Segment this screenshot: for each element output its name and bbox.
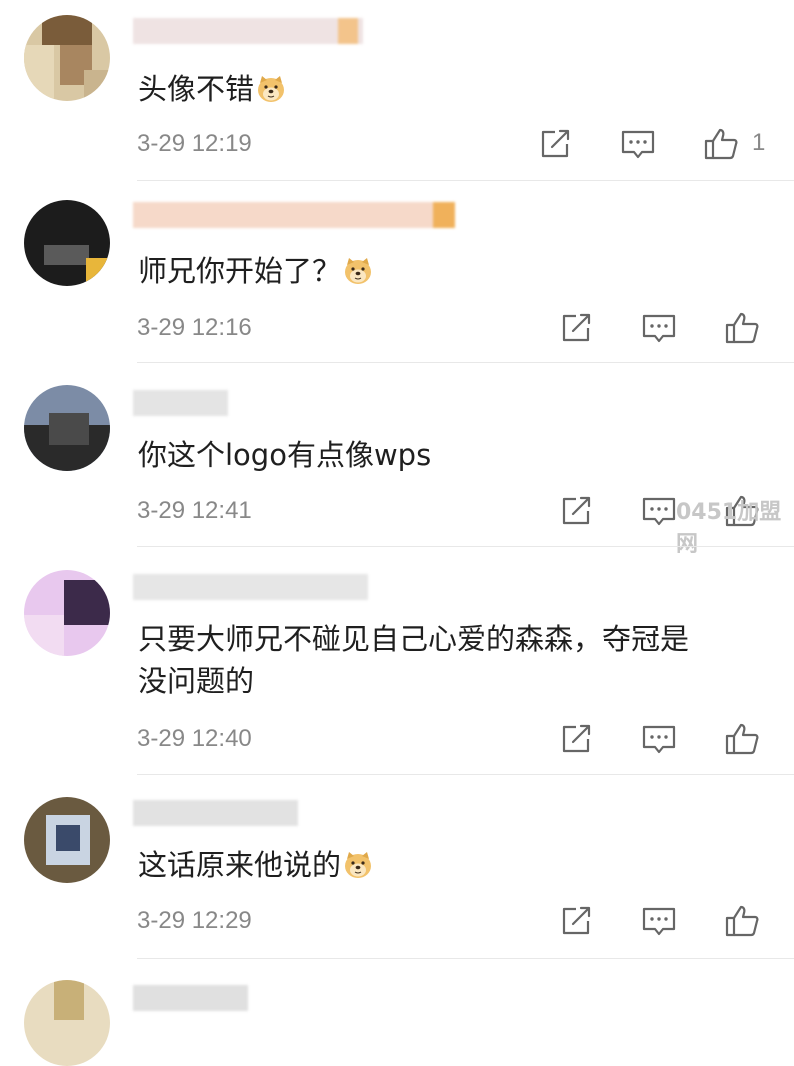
comment-icon[interactable] <box>620 127 656 161</box>
doge-emoji-icon <box>343 257 373 285</box>
divider <box>137 180 794 181</box>
thumbs-up-icon[interactable] <box>724 722 760 756</box>
username-blurred[interactable] <box>133 800 303 826</box>
divider <box>137 774 794 775</box>
comment-text: 你这个logo有点像wps <box>138 438 432 472</box>
like-count: 1 <box>752 129 766 156</box>
comment-text: 这话原来他说的 <box>138 844 778 886</box>
comment-text: 师兄你开始了？ <box>138 250 778 292</box>
comment-icon[interactable] <box>641 311 677 345</box>
avatar[interactable] <box>24 797 110 883</box>
share-icon[interactable] <box>558 722 594 756</box>
avatar[interactable] <box>24 200 110 286</box>
avatar[interactable] <box>24 980 110 1066</box>
username-blurred[interactable] <box>133 985 253 1011</box>
divider <box>137 958 794 959</box>
comment-icon[interactable] <box>641 722 677 756</box>
comment-icon[interactable] <box>641 904 677 938</box>
divider <box>137 362 794 363</box>
share-icon[interactable] <box>558 494 594 528</box>
share-icon[interactable] <box>558 311 594 345</box>
username-blurred[interactable] <box>133 18 383 44</box>
avatar[interactable] <box>24 15 110 101</box>
thumbs-up-icon[interactable] <box>724 904 760 938</box>
divider <box>137 546 794 547</box>
username-blurred[interactable] <box>133 202 473 228</box>
comment-text: 只要大师兄不碰见自己心爱的森森，夺冠是 没问题的 <box>138 622 690 698</box>
username-blurred[interactable] <box>133 390 233 416</box>
username-blurred[interactable] <box>133 574 373 600</box>
share-icon[interactable] <box>537 127 573 161</box>
doge-emoji-icon <box>256 75 286 103</box>
avatar[interactable] <box>24 385 110 471</box>
watermark: 0451加盟网 <box>676 500 782 557</box>
avatar[interactable] <box>24 570 110 656</box>
thumbs-up-icon[interactable] <box>724 311 760 345</box>
thumbs-up-icon[interactable] <box>703 127 739 161</box>
share-icon[interactable] <box>558 904 594 938</box>
comment-icon[interactable] <box>641 494 677 528</box>
comment-text: 头像不错 <box>138 68 778 110</box>
doge-emoji-icon <box>343 851 373 879</box>
